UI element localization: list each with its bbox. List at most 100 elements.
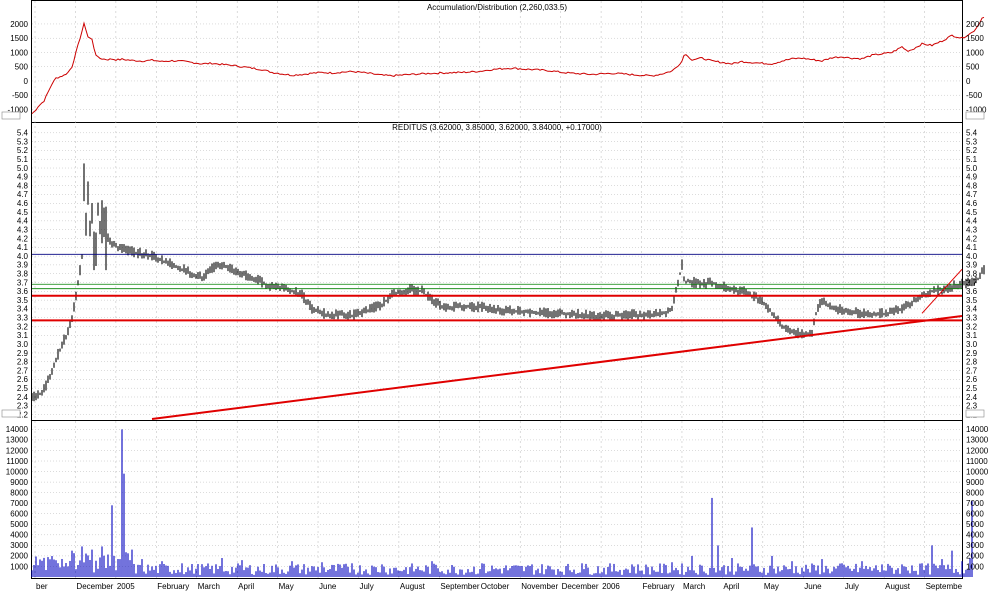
month-label: February — [643, 582, 675, 591]
price-tick-label: 4.5 — [17, 208, 29, 217]
volume-tick-label: 6000 — [10, 510, 28, 519]
logo-badge-top-left — [1, 111, 21, 120]
price-tick-label: 4.9 — [17, 173, 29, 182]
price-tick-label: 4.1 — [966, 243, 978, 252]
month-label: December — [76, 582, 113, 591]
price-tick-label: 4.3 — [17, 225, 29, 234]
volume-tick-label: 5000 — [10, 520, 28, 529]
price-tick-label: 4.6 — [17, 199, 29, 208]
price-tick-label: 5.3 — [966, 137, 978, 146]
price-panel: REDITUS (3.62000, 3.85000, 3.62000, 3.84… — [17, 123, 985, 420]
month-label: April — [723, 582, 739, 591]
price-tick-label: 3.3 — [17, 314, 29, 323]
price-tick-label: 3.5 — [966, 296, 978, 305]
price-tick-label: 5.2 — [966, 146, 978, 155]
volume-tick-label: 1000 — [10, 562, 28, 571]
price-tick-label: 3.4 — [966, 305, 978, 314]
price-tick-label: 3.4 — [17, 305, 29, 314]
ad-tick-label: 1500 — [966, 34, 984, 43]
volume-tick-label: 12000 — [6, 446, 29, 455]
price-tick-label: 5.1 — [17, 155, 29, 164]
price-tick-label: 2.4 — [17, 393, 29, 402]
month-label: August — [885, 582, 911, 591]
volume-tick-labels-right: 10002000 30004000 50006000 7000 80009000 1000… — [966, 425, 989, 571]
price-tick-label: 3.1 — [966, 331, 978, 340]
x-axis-labels: ber December 2005 February March April May June… — [36, 582, 963, 591]
price-tick-label: 3.9 — [17, 261, 29, 270]
price-tick-label: 5.2 — [17, 146, 29, 155]
month-label: July — [359, 582, 373, 591]
price-tick-label: 4.4 — [966, 217, 978, 226]
price-tick-label: 4.7 — [17, 190, 29, 199]
ad-tick-label: 1500 — [10, 34, 28, 43]
price-title: REDITUS (3.62000, 3.85000, 3.62000, 3.84… — [392, 123, 602, 132]
vertical-gridlines — [34, 1, 925, 578]
volume-tick-label: 11000 — [966, 457, 988, 466]
price-tick-label: 4.8 — [17, 181, 29, 190]
ad-tick-labels-left: -1000-5000500100015002000 — [8, 20, 29, 115]
price-tick-label: 4.0 — [966, 252, 978, 261]
volume-tick-label: 4000 — [966, 531, 984, 540]
price-tick-label: 4.8 — [966, 181, 978, 190]
price-tick-label: 4.9 — [966, 173, 978, 182]
month-label: March — [683, 582, 705, 591]
ad-tick-label: 1000 — [10, 48, 28, 57]
ad-tick-label: 0 — [24, 77, 29, 86]
ad-tick-label: 500 — [15, 63, 29, 72]
price-tick-label: 3.2 — [966, 322, 978, 331]
month-label: December — [562, 582, 599, 591]
price-tick-label: 4.2 — [17, 234, 29, 243]
volume-tick-label: 9000 — [10, 478, 28, 487]
price-tick-label: 4.7 — [966, 190, 978, 199]
volume-tick-label: 10000 — [966, 467, 989, 476]
price-tick-label: 2.8 — [17, 358, 29, 367]
month-label: 2006 — [602, 582, 620, 591]
price-tick-label: 4.4 — [17, 217, 29, 226]
month-label: October — [481, 582, 510, 591]
stock-chart-canvas: Accumulation/Distribution (2,260,033.5) … — [1, 0, 989, 591]
price-tick-labels-right: 2.22.32.42.52.62.72.82.93.03.13.23.33.43… — [966, 129, 978, 420]
volume-tick-label: 14000 — [6, 425, 29, 434]
price-tick-label: 3.0 — [17, 340, 29, 349]
logo-badge-mid-right — [965, 409, 985, 418]
ad-tick-label: 2000 — [10, 20, 28, 29]
price-tick-label: 4.6 — [966, 199, 978, 208]
ad-tick-label: 1000 — [966, 48, 984, 57]
price-tick-label: 2.6 — [17, 375, 29, 384]
month-label: April — [238, 582, 254, 591]
month-label: July — [845, 582, 859, 591]
month-label: June — [319, 582, 337, 591]
ad-tick-label: 500 — [966, 63, 980, 72]
volume-tick-label: 8000 — [966, 488, 984, 497]
price-tick-label: 4.0 — [17, 252, 29, 261]
price-tick-label: 2.3 — [17, 402, 29, 411]
price-tick-label: 3.5 — [17, 296, 29, 305]
price-tick-label: 2.6 — [966, 375, 978, 384]
month-label: May — [764, 582, 779, 591]
volume-tick-label: 11000 — [6, 457, 28, 466]
month-label: ber — [36, 582, 48, 591]
ad-title: Accumulation/Distribution (2,260,033.5) — [427, 3, 567, 12]
volume-tick-labels-left: 10002000 30004000 50006000 7000 80009000 1000… — [6, 425, 29, 571]
price-tick-label: 2.9 — [17, 349, 29, 358]
volume-tick-label: 1000 — [966, 562, 984, 571]
price-tick-label: 3.7 — [17, 278, 29, 287]
price-tick-label: 3.6 — [17, 287, 29, 296]
month-label: September — [440, 582, 479, 591]
price-tick-label: 2.5 — [966, 384, 978, 393]
month-label: August — [400, 582, 426, 591]
month-label: November — [521, 582, 558, 591]
volume-panel: 1000200030004000500060007000800090001000… — [6, 425, 989, 577]
month-label: February — [157, 582, 189, 591]
ad-series-line — [31, 16, 985, 115]
price-tick-label: 4.3 — [966, 225, 978, 234]
price-tick-label: 3.8 — [966, 270, 978, 279]
volume-tick-label: 3000 — [966, 541, 984, 550]
month-label: 2005 — [117, 582, 135, 591]
price-tick-label: 4.2 — [966, 234, 978, 243]
volume-panel-frame — [31, 420, 963, 579]
month-label: Septembe — [926, 582, 963, 591]
ad-tick-label: -500 — [12, 91, 29, 100]
volume-tick-label: 4000 — [10, 531, 28, 540]
month-label: June — [804, 582, 822, 591]
